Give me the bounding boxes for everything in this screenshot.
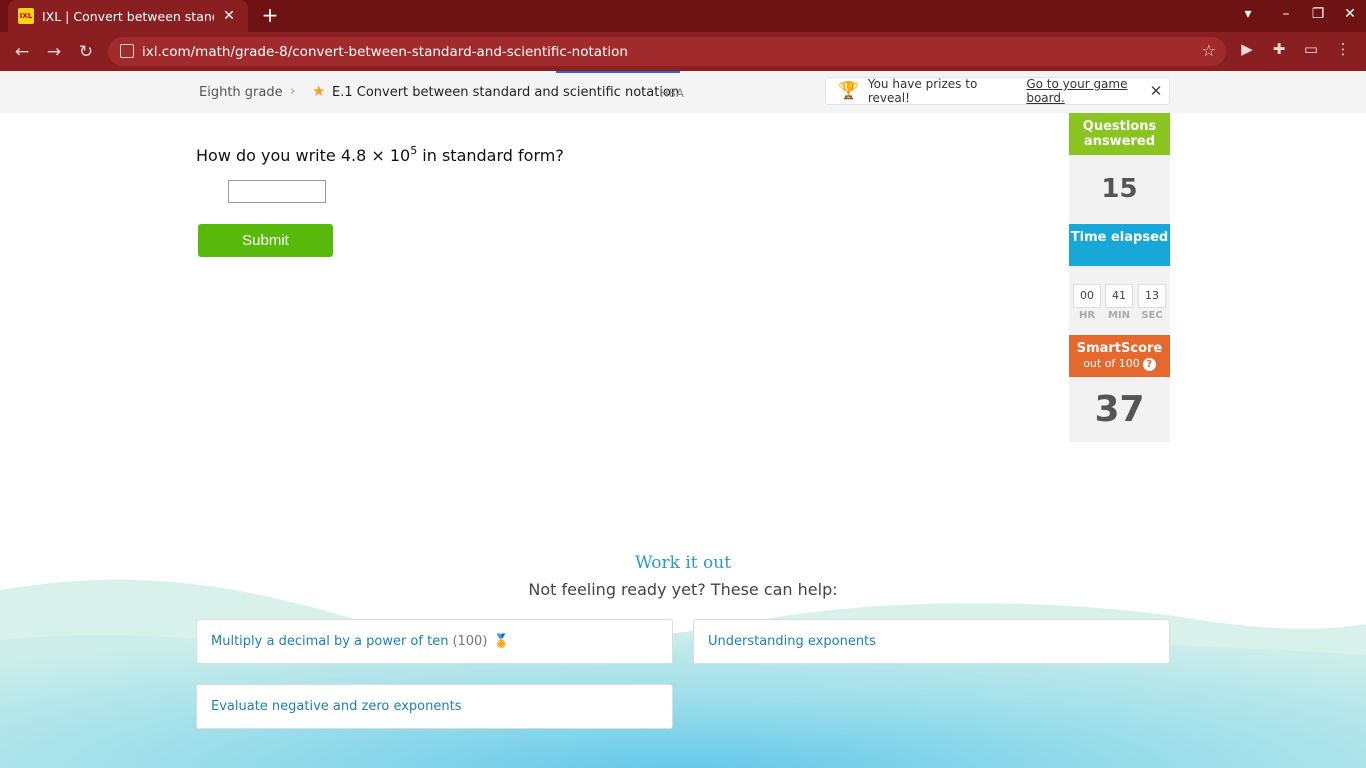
browser-tab-bar: IXL IXL | Convert between standard and s… bbox=[0, 0, 1366, 32]
tab-title: IXL | Convert between standard and scien… bbox=[42, 8, 214, 24]
help-link-score: (100) bbox=[452, 634, 488, 649]
medal-icon: 🏅 bbox=[493, 634, 510, 649]
maximize-icon[interactable]: ❐ bbox=[1306, 6, 1330, 22]
smartscore-header: SmartScore out of 100? bbox=[1069, 335, 1170, 377]
address-bar[interactable]: ixl.com/math/grade-8/convert-between-sta… bbox=[108, 37, 1226, 66]
skill-code: H8A bbox=[660, 86, 684, 100]
back-arrow-icon[interactable]: ← bbox=[10, 40, 34, 64]
prize-banner: 🏆 You have prizes to reveal! Go to your … bbox=[825, 77, 1170, 105]
browser-toolbar: ← → ↻ ixl.com/math/grade-8/convert-betwe… bbox=[0, 32, 1366, 71]
breadcrumb-grade-link[interactable]: Eighth grade bbox=[199, 85, 283, 100]
prize-close-icon[interactable]: ✕ bbox=[1147, 82, 1165, 100]
cast-icon[interactable]: ▭ bbox=[1300, 40, 1322, 58]
screencast-extension-icon[interactable]: ▶ bbox=[1236, 40, 1258, 58]
minutes-box: 41 bbox=[1105, 284, 1133, 308]
url-text: ixl.com/math/grade-8/convert-between-sta… bbox=[142, 43, 628, 60]
browser-menu-icon[interactable]: ⋮ bbox=[1332, 40, 1354, 58]
help-link-label: Understanding exponents bbox=[708, 634, 876, 649]
reload-icon[interactable]: ↻ bbox=[74, 40, 98, 64]
questions-answered-count: 15 bbox=[1069, 155, 1170, 224]
seconds-box: 13 bbox=[1138, 284, 1166, 308]
help-link-multiply-decimal[interactable]: Multiply a decimal by a power of ten (10… bbox=[196, 619, 673, 664]
smartscore-label: SmartScore bbox=[1076, 341, 1163, 356]
trophy-icon: 🏆 bbox=[838, 81, 860, 101]
ixl-favicon-icon: IXL bbox=[18, 8, 34, 24]
time-elapsed-panel: 00 41 13 HR MIN SEC bbox=[1069, 266, 1170, 335]
time-elapsed-header: Time elapsed bbox=[1069, 224, 1170, 266]
submit-button[interactable]: Submit bbox=[198, 224, 333, 257]
skill-star-icon: ★ bbox=[312, 82, 326, 100]
forward-arrow-icon[interactable]: → bbox=[42, 40, 66, 64]
smartscore-value: 37 bbox=[1069, 377, 1170, 442]
questions-answered-header: Questions answered bbox=[1069, 113, 1170, 155]
minutes-label: MIN bbox=[1107, 310, 1131, 321]
skill-title: E.1 Convert between standard and scienti… bbox=[332, 85, 680, 100]
hours-label: HR bbox=[1078, 310, 1096, 321]
tab-search-icon[interactable]: ▾ bbox=[1236, 6, 1260, 22]
help-link-negative-zero-exponents[interactable]: Evaluate negative and zero exponents bbox=[196, 684, 673, 729]
question-text: How do you write 4.8 × 105 in standard f… bbox=[196, 144, 564, 165]
work-it-out-title: Work it out bbox=[634, 553, 732, 573]
browser-tab[interactable]: IXL IXL | Convert between standard and s… bbox=[8, 0, 248, 32]
minimize-icon[interactable]: – bbox=[1274, 6, 1298, 22]
smartscore-sub: out of 100 bbox=[1083, 357, 1140, 370]
answer-input[interactable] bbox=[228, 180, 326, 203]
breadcrumb-chevron-icon: › bbox=[290, 84, 296, 99]
extensions-puzzle-icon[interactable]: ✚ bbox=[1268, 40, 1290, 58]
help-icon[interactable]: ? bbox=[1142, 358, 1156, 371]
seconds-label: SEC bbox=[1141, 310, 1163, 321]
new-tab-button[interactable]: + bbox=[258, 4, 282, 28]
hours-box: 00 bbox=[1073, 284, 1101, 308]
help-link-understanding-exponents[interactable]: Understanding exponents bbox=[693, 619, 1170, 664]
nav-accent-line bbox=[556, 71, 680, 73]
tab-close-icon[interactable]: ✕ bbox=[220, 8, 238, 24]
help-link-label: Evaluate negative and zero exponents bbox=[211, 699, 462, 714]
work-it-out-subtitle: Not feeling ready yet? These can help: bbox=[528, 580, 838, 599]
prize-text: You have prizes to reveal! bbox=[867, 77, 978, 105]
bookmark-star-icon[interactable]: ☆ bbox=[1202, 41, 1216, 60]
help-link-label: Multiply a decimal by a power of ten bbox=[211, 634, 449, 649]
close-window-icon[interactable]: ✕ bbox=[1338, 6, 1362, 22]
site-info-icon[interactable] bbox=[120, 44, 134, 58]
